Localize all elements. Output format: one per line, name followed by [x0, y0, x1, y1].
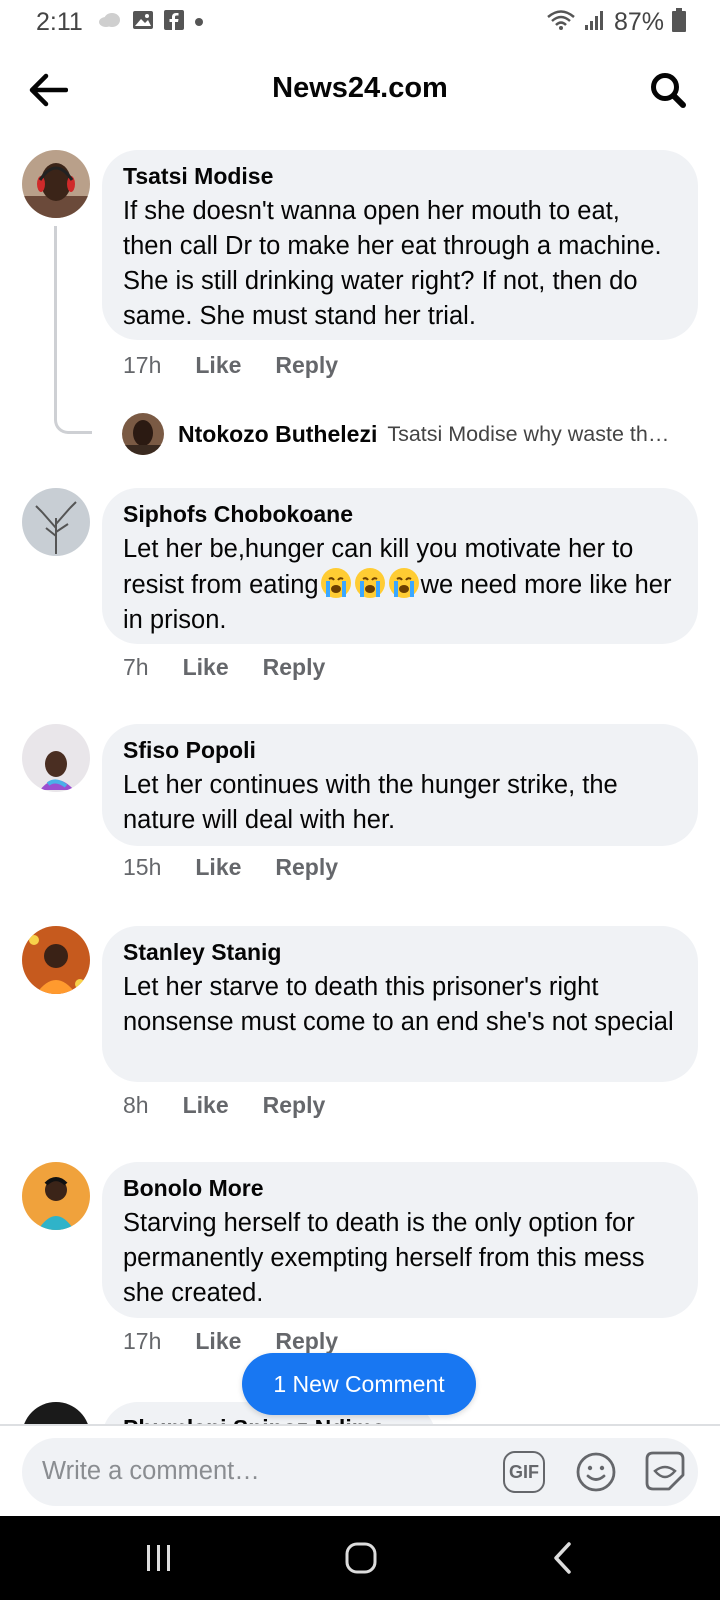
- status-notification-icons: [98, 10, 204, 35]
- like-button[interactable]: Like: [183, 654, 229, 681]
- like-button[interactable]: Like: [195, 854, 241, 881]
- crying-face-icon: [320, 567, 352, 599]
- home-icon: [345, 1542, 377, 1574]
- comment-text: If she doesn't wanna open her mouth to e…: [123, 197, 662, 330]
- reply-button[interactable]: Reply: [275, 1328, 338, 1355]
- signal-icon: [584, 9, 606, 36]
- status-system-icons: 87%: [546, 8, 686, 37]
- comment-time[interactable]: 17h: [123, 1328, 161, 1355]
- comment-text: Let her continues with the hunger strike…: [123, 771, 618, 834]
- home-button[interactable]: [336, 1536, 386, 1580]
- reply-button[interactable]: Reply: [275, 854, 338, 881]
- comment-author[interactable]: Siphofs Chobokoane: [123, 500, 676, 528]
- comment-bubble[interactable]: Siphofs Chobokoane Let her be,hunger can…: [102, 488, 698, 644]
- like-button[interactable]: Like: [195, 1328, 241, 1355]
- status-bar: 2:11 87%: [0, 0, 720, 46]
- comments-list[interactable]: Tsatsi Modise If she doesn't wanna open …: [0, 134, 720, 1424]
- comment-text: Let her be,hunger can kill you motivate …: [123, 532, 676, 638]
- comment-text: Let her starve to death this prisoner's …: [123, 973, 674, 1036]
- avatar[interactable]: [22, 1162, 90, 1230]
- emoji-icon: [576, 1452, 616, 1492]
- like-button[interactable]: Like: [195, 352, 241, 379]
- comment-actions: 17h Like Reply: [123, 1328, 338, 1355]
- comment-time[interactable]: 17h: [123, 352, 161, 379]
- comment-composer: Write a comment… GIF: [0, 1424, 720, 1516]
- crying-face-icon: [388, 567, 420, 599]
- reply-button[interactable]: Reply: [275, 352, 338, 379]
- avatar[interactable]: [22, 926, 90, 994]
- system-nav-bar: [0, 1516, 720, 1600]
- comment-input[interactable]: Write a comment… GIF: [22, 1438, 698, 1506]
- comment-text: Starving herself to death is the only op…: [123, 1209, 645, 1307]
- battery-percent: 87%: [613, 8, 664, 36]
- reply-snippet: Tsatsi Modise why waste th…: [387, 421, 670, 446]
- avatar[interactable]: [122, 413, 164, 455]
- comment-time[interactable]: 7h: [123, 654, 149, 681]
- search-button[interactable]: [648, 68, 688, 112]
- sticker-button[interactable]: [643, 1449, 687, 1493]
- wifi-icon: [546, 8, 576, 37]
- emoji-button[interactable]: [575, 1451, 617, 1493]
- comment-actions: 17h Like Reply: [123, 352, 338, 379]
- comment-author[interactable]: Tsatsi Modise: [123, 162, 676, 190]
- comment-author[interactable]: Stanley Stanig: [123, 938, 676, 966]
- comment-actions: 7h Like Reply: [123, 654, 325, 681]
- status-time: 2:11: [36, 8, 83, 36]
- comment-author[interactable]: Phumlani Spinoz Ndima: [123, 1414, 414, 1424]
- recent-apps-icon: [147, 1545, 170, 1571]
- comment-actions: 15h Like Reply: [123, 854, 338, 881]
- app-header: News24.com: [0, 46, 720, 134]
- comment-input-placeholder: Write a comment…: [42, 1457, 260, 1485]
- dot-icon: [194, 14, 204, 32]
- search-icon: [651, 73, 686, 108]
- thread-connector: [54, 226, 92, 434]
- new-comment-button[interactable]: 1 New Comment: [242, 1353, 476, 1415]
- facebook-icon: [164, 10, 184, 35]
- avatar[interactable]: [22, 488, 90, 556]
- avatar[interactable]: [22, 724, 90, 792]
- battery-icon: [672, 8, 686, 37]
- comment-bubble[interactable]: Sfiso Popoli Let her continues with the …: [102, 724, 698, 846]
- page-title: News24.com: [272, 72, 448, 104]
- comment-bubble[interactable]: Tsatsi Modise If she doesn't wanna open …: [102, 150, 698, 340]
- comment-actions: 8h Like Reply: [123, 1092, 325, 1119]
- back-icon: [554, 1542, 571, 1574]
- recent-apps-button[interactable]: [134, 1536, 184, 1580]
- comment-time[interactable]: 8h: [123, 1092, 149, 1119]
- cloud-icon: [98, 12, 122, 33]
- gif-icon: GIF: [509, 1461, 539, 1482]
- reply-preview[interactable]: Ntokozo Buthelezi Tsatsi Modise why wast…: [122, 412, 693, 456]
- like-button[interactable]: Like: [183, 1092, 229, 1119]
- comment-author[interactable]: Sfiso Popoli: [123, 736, 676, 764]
- image-icon: [132, 10, 154, 35]
- avatar[interactable]: [22, 150, 90, 218]
- crying-face-icon: [354, 567, 386, 599]
- system-back-button[interactable]: [538, 1536, 588, 1580]
- reply-author[interactable]: Ntokozo Buthelezi: [178, 421, 377, 448]
- reply-button[interactable]: Reply: [263, 654, 326, 681]
- gif-button[interactable]: GIF: [503, 1451, 545, 1493]
- reply-button[interactable]: Reply: [263, 1092, 326, 1119]
- comment-bubble[interactable]: Stanley Stanig Let her starve to death t…: [102, 926, 698, 1082]
- comment-time[interactable]: 15h: [123, 854, 161, 881]
- comment-author[interactable]: Bonolo More: [123, 1174, 676, 1202]
- avatar[interactable]: [22, 1402, 90, 1424]
- sticker-icon: [645, 1451, 685, 1491]
- comment-bubble[interactable]: Bonolo More Starving herself to death is…: [102, 1162, 698, 1318]
